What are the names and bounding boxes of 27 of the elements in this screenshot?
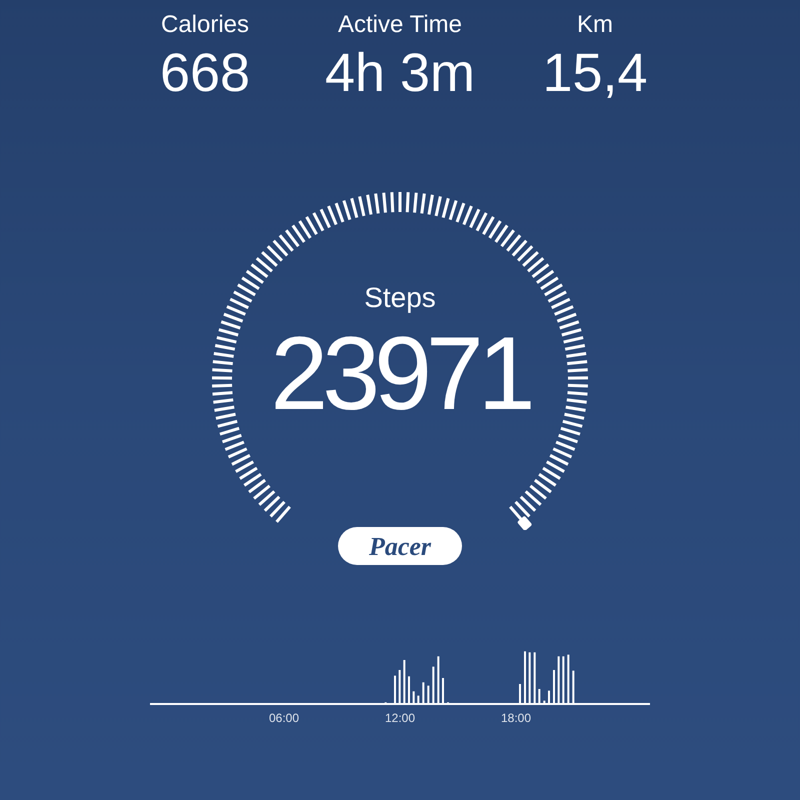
activity-bar <box>427 686 430 704</box>
stat-label: Active Time <box>338 10 462 40</box>
activity-bar <box>562 656 564 704</box>
activity-bar <box>422 682 424 704</box>
activity-bar <box>567 654 570 704</box>
time-label: 06:00 <box>268 710 300 726</box>
activity-bar <box>398 670 401 704</box>
activity-bar <box>412 691 415 704</box>
activity-bar <box>432 666 434 704</box>
stat-label: Calories <box>160 10 250 40</box>
activity-bar <box>417 696 420 704</box>
time-label: 18:00 <box>500 710 532 726</box>
stat-label: Km <box>577 10 613 40</box>
activity-bar <box>572 670 574 704</box>
activity-bar <box>534 652 536 704</box>
activity-bar <box>437 656 440 704</box>
activity-bar <box>538 689 540 704</box>
activity-bar <box>558 656 560 704</box>
app-logo: Pacer <box>338 527 462 565</box>
steps-label: Steps <box>364 282 436 314</box>
activity-bar <box>528 652 531 704</box>
time-label: 12:00 <box>384 710 416 726</box>
stat-value: 668 <box>160 42 250 104</box>
activity-bar <box>403 660 406 704</box>
stat-value: 15,4 <box>542 42 648 104</box>
stat-value: 4h 3m <box>324 42 476 104</box>
steps-count: 23971 <box>270 318 530 430</box>
